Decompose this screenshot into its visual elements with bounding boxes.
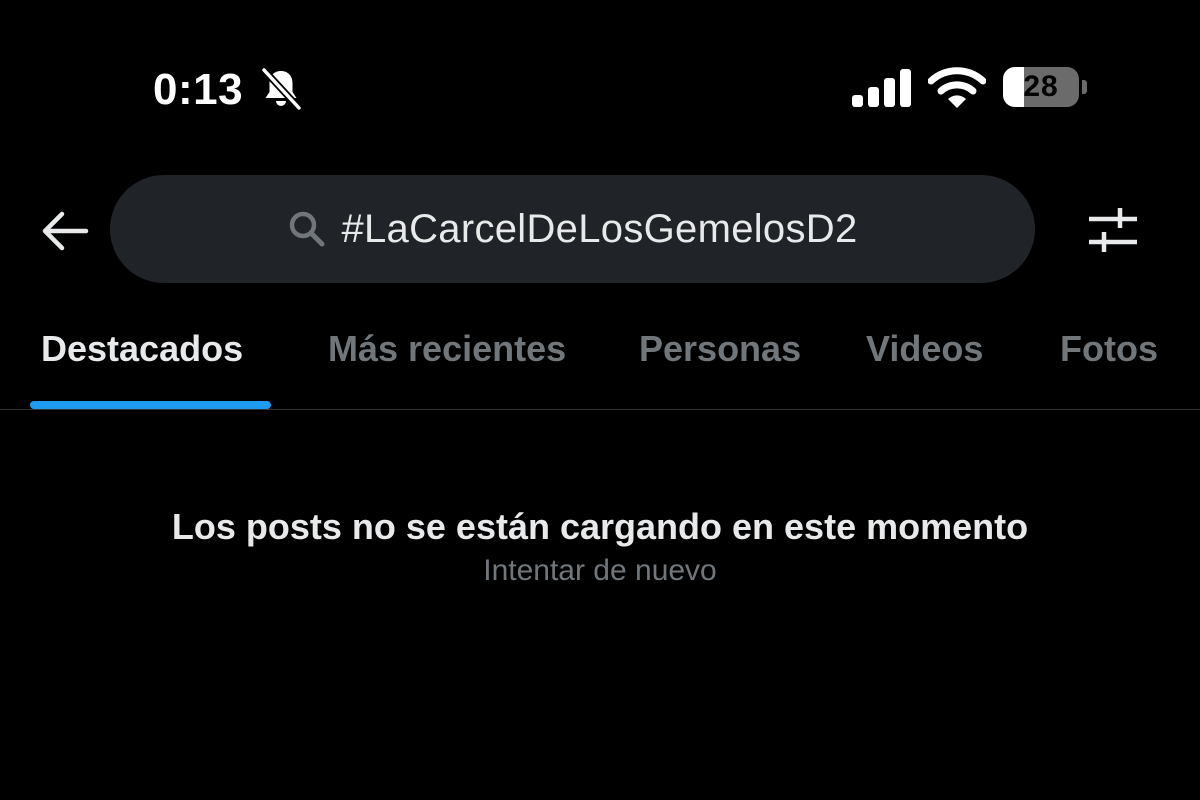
search-input-content: #LaCarcelDeLosGemelosD2 xyxy=(110,175,1035,283)
tab-personas[interactable]: Personas xyxy=(639,318,801,410)
cellular-signal-icon xyxy=(852,69,911,107)
search-tabs: Destacados Más recientes Personas Videos… xyxy=(0,318,1200,410)
tab-videos[interactable]: Videos xyxy=(866,318,983,410)
retry-button[interactable]: Intentar de nuevo xyxy=(0,552,1200,590)
tab-fotos[interactable]: Fotos xyxy=(1060,318,1158,410)
wifi-icon xyxy=(928,67,986,108)
search-results-screen: 0:13 28 #LaCarcelDeLosGemelosD2 Destacad… xyxy=(0,0,1200,800)
battery-icon: 28 xyxy=(1003,67,1079,107)
status-time: 0:13 xyxy=(153,65,244,114)
sliders-icon[interactable] xyxy=(1086,204,1140,258)
battery-level: 28 xyxy=(1023,70,1059,103)
bell-slash-icon xyxy=(260,66,303,112)
tabs-divider xyxy=(0,409,1200,410)
search-input[interactable]: #LaCarcelDeLosGemelosD2 xyxy=(110,175,1035,283)
arrow-left-icon[interactable] xyxy=(40,206,90,256)
error-message: Los posts no se están cargando en este m… xyxy=(171,506,1029,547)
search-icon xyxy=(290,211,325,247)
battery-indicator: 28 xyxy=(1003,67,1087,109)
tab-mas-recientes[interactable]: Más recientes xyxy=(328,318,566,410)
active-tab-indicator xyxy=(30,401,271,409)
battery-tip xyxy=(1082,80,1087,94)
search-query: #LaCarcelDeLosGemelosD2 xyxy=(341,207,858,251)
tab-destacados[interactable]: Destacados xyxy=(41,318,243,410)
